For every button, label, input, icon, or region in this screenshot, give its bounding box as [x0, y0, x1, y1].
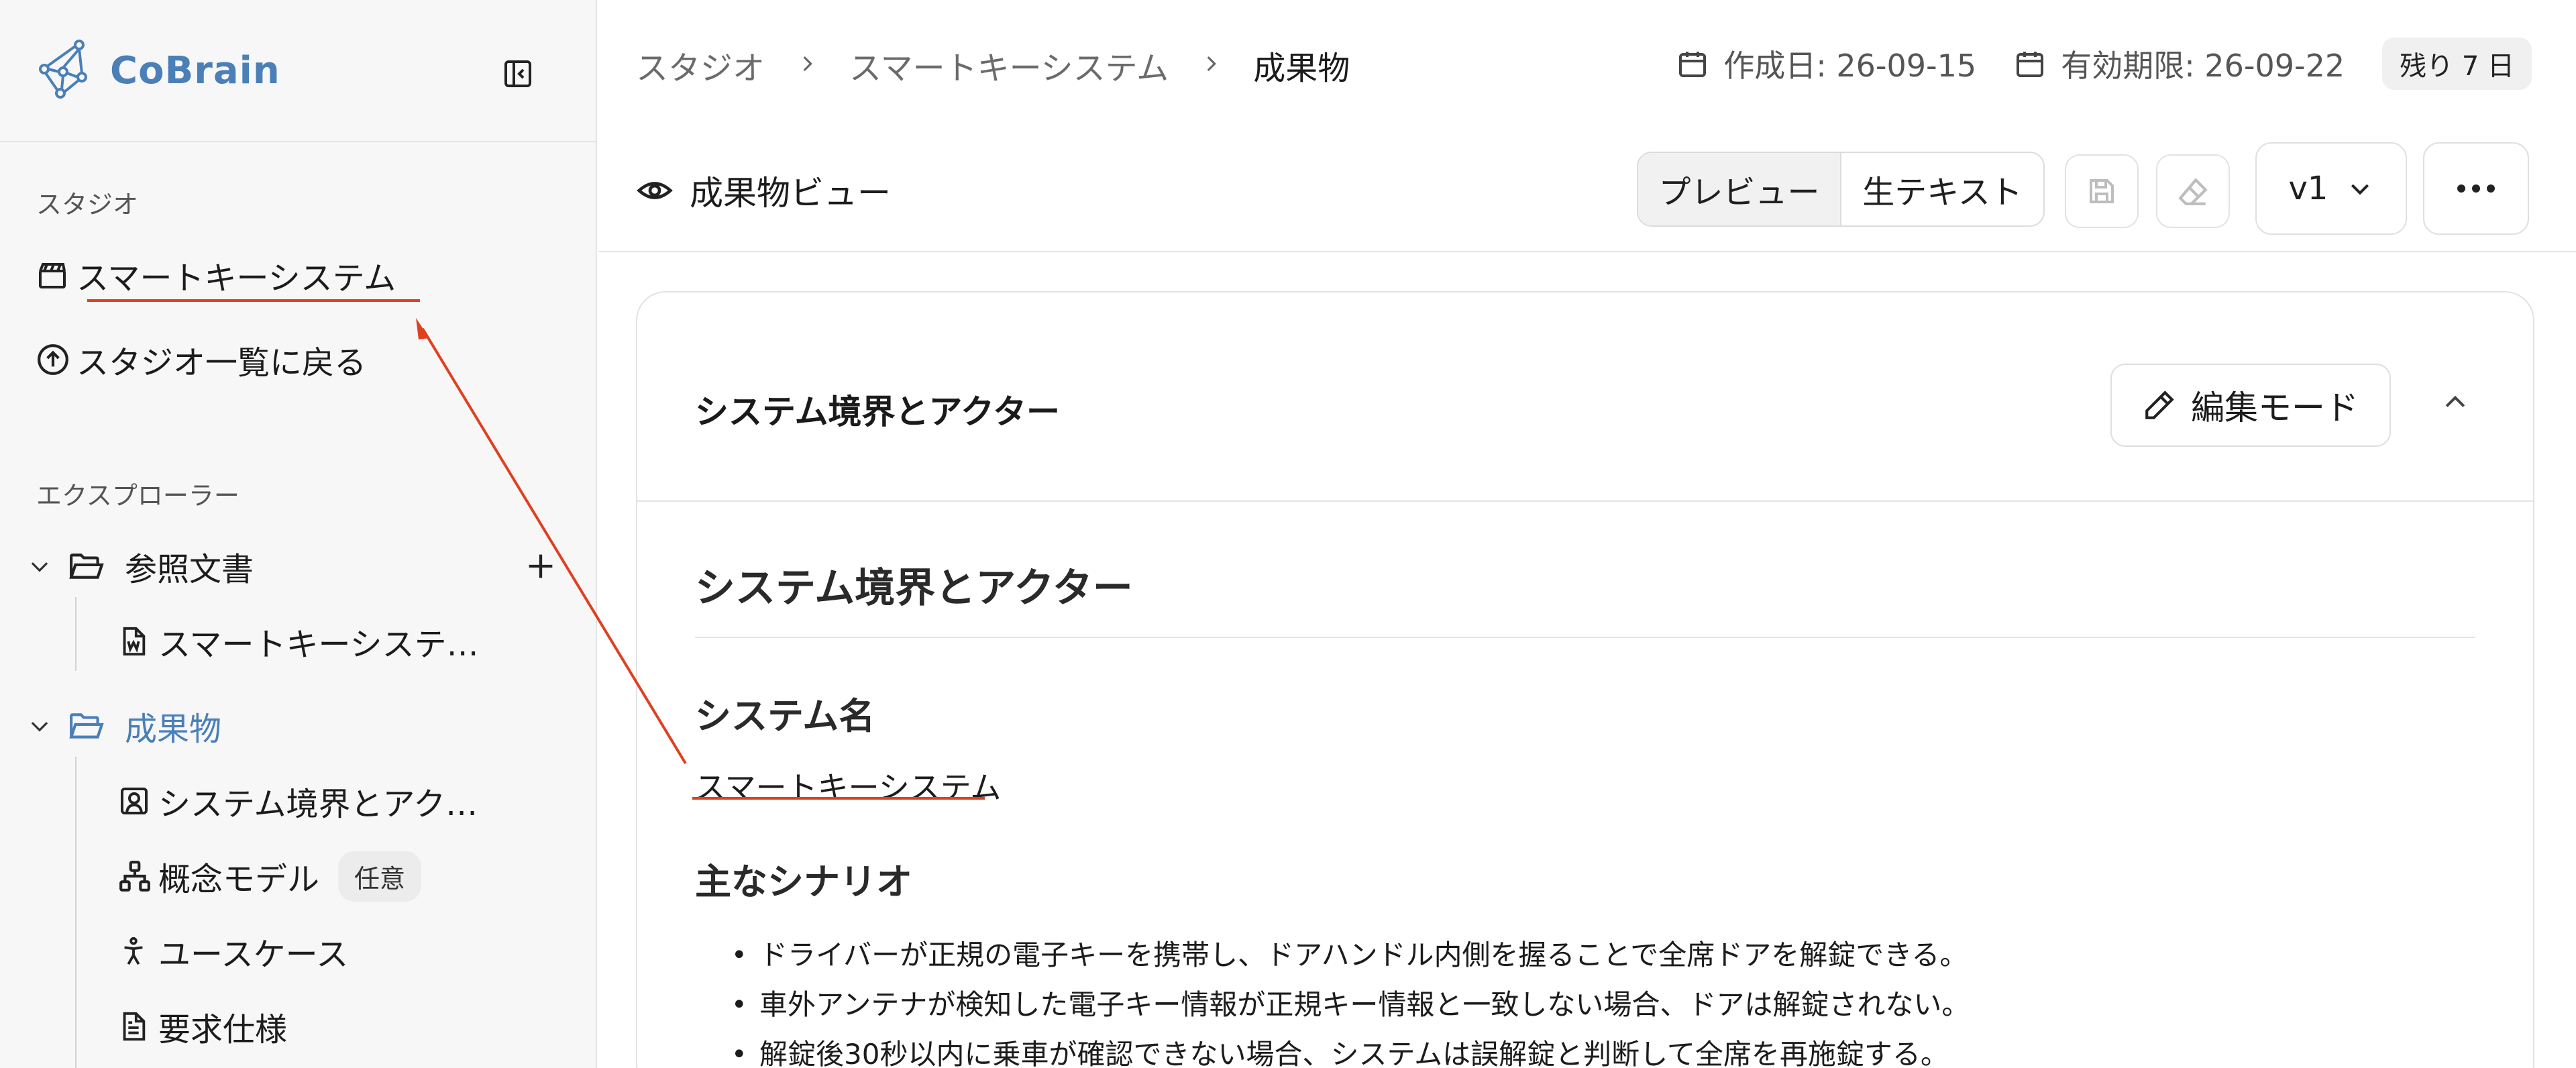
- preview-tab[interactable]: プレビュー: [1638, 153, 1841, 225]
- tree-item-system-boundary[interactable]: システム境界とアク…: [118, 774, 478, 828]
- tree-item-use-case[interactable]: ユースケース: [118, 924, 348, 978]
- sidebar-item-current-studio[interactable]: スマートキーシステム: [36, 248, 396, 302]
- header-meta: 作成日: 26-09-15 有効期限: 26-09-22 残り 7 日: [1639, 38, 2532, 90]
- created-date-text: 作成日: 26-09-15: [1723, 48, 1977, 84]
- brand-header: CoBrain: [0, 0, 596, 142]
- version-value: v1: [2288, 170, 2328, 207]
- tree-file-reference[interactable]: スマートキーシステ…: [118, 615, 479, 668]
- breadcrumb-current: 成果物: [1253, 50, 1350, 87]
- tree-item-label: ユースケース: [158, 936, 349, 973]
- card-title: システム境界とアクター: [695, 392, 1060, 431]
- chevron-down-icon: [2347, 175, 2373, 202]
- main-header: スタジオ スマートキーシステム 成果物 作成日: 26-09-15 有効期限:: [598, 0, 2576, 129]
- back-to-studio-list[interactable]: スタジオ一覧に戻る: [36, 333, 366, 386]
- edit-mode-label: 編集モード: [2191, 388, 2359, 427]
- annotation-underline: [692, 797, 985, 800]
- scenario-heading: 主なシナリオ: [695, 861, 912, 903]
- current-studio-label: スマートキーシステム: [76, 260, 396, 297]
- system-name-value: スマートキーシステム: [695, 769, 1002, 806]
- hierarchy-icon: [118, 859, 158, 893]
- view-mode-toggle: プレビュー 生テキスト: [1637, 152, 2045, 227]
- tree-item-label: 概念モデル: [158, 861, 320, 898]
- remaining-days-badge: 残り 7 日: [2382, 38, 2532, 90]
- more-horizontal-icon: [2456, 182, 2496, 195]
- list-item: ドライバーが正規の電子キーを携帯し、ドアハンドル内側を握ることで全席ドアを解錠で…: [731, 930, 2475, 980]
- expiry-date-text: 有効期限: 26-09-22: [2061, 48, 2345, 84]
- tree-item-requirements[interactable]: 要求仕様: [118, 1000, 287, 1053]
- tree-item-concept-model[interactable]: 概念モデル 任意: [118, 849, 422, 903]
- chevron-down-icon[interactable]: [27, 713, 68, 739]
- clapperboard-icon: [36, 259, 76, 291]
- add-icon[interactable]: [523, 549, 558, 586]
- calendar-icon: [2014, 48, 2061, 80]
- explorer-section-label: エクスプローラー: [36, 481, 239, 511]
- edit-mode-button[interactable]: 編集モード: [2110, 364, 2391, 447]
- app-name: CoBrain: [110, 48, 280, 93]
- breadcrumb-item[interactable]: スマートキーシステム: [849, 42, 1169, 89]
- save-icon: [2086, 175, 2118, 207]
- tree-folder-reference[interactable]: 参照文書: [27, 539, 254, 593]
- card-header: システム境界とアクター 編集モード: [637, 292, 2533, 502]
- list-item: 解錠後30秒以内に乗車が確認できない場合、システムは誤解錠と判断して全席を再施錠…: [731, 1030, 2475, 1068]
- save-button[interactable]: [2065, 154, 2139, 228]
- chevron-right-icon: [1199, 48, 1222, 83]
- collapse-sidebar-icon[interactable]: [500, 56, 535, 91]
- tree-item-label: システム境界とアク…: [158, 786, 478, 823]
- clear-button[interactable]: [2156, 154, 2230, 228]
- view-toolbar: 成果物ビュー プレビュー 生テキスト v1: [598, 129, 2576, 252]
- user-square-icon: [118, 785, 158, 817]
- doc-title: システム境界とアクター: [695, 502, 2475, 638]
- deliverable-card: システム境界とアクター 編集モード システム境界とアクター システム名 スマート…: [636, 291, 2534, 1068]
- annotation-underline: [87, 299, 420, 302]
- chevron-down-icon[interactable]: [27, 553, 68, 579]
- tree-guide-line: [75, 757, 76, 1068]
- created-date: 作成日: 26-09-15: [1676, 42, 1976, 86]
- tree-folder-label: 参照文書: [125, 551, 254, 588]
- person-icon: [118, 934, 158, 968]
- tree-item-label: 要求仕様: [158, 1011, 288, 1049]
- version-select[interactable]: v1: [2255, 142, 2407, 235]
- system-name-heading: システム名: [695, 695, 875, 737]
- word-document-icon: [118, 625, 158, 657]
- tree-folder-deliverables[interactable]: 成果物: [27, 699, 221, 753]
- view-title: 成果物ビュー: [636, 166, 891, 215]
- eraser-icon: [2176, 174, 2210, 208]
- cobrain-logo-icon: [34, 37, 98, 104]
- back-to-list-label: スタジオ一覧に戻る: [76, 344, 367, 382]
- scenario-list: ドライバーが正規の電子キーを携帯し、ドアハンドル内側を握ることで全席ドアを解錠で…: [695, 930, 2475, 1068]
- studio-section-label: スタジオ: [36, 190, 139, 219]
- tree-guide-line: [75, 597, 76, 671]
- breadcrumb: スタジオ スマートキーシステム 成果物: [636, 42, 1350, 89]
- document-icon: [118, 1010, 158, 1043]
- view-title-text: 成果物ビュー: [690, 174, 891, 213]
- document-body: システム境界とアクター システム名 スマートキーシステム 主なシナリオ ドライバ…: [695, 502, 2475, 1068]
- expiry-date: 有効期限: 26-09-22: [2014, 42, 2345, 86]
- more-options-button[interactable]: [2423, 142, 2529, 235]
- optional-badge: 任意: [338, 851, 422, 902]
- folder-open-icon: [68, 550, 125, 582]
- raw-text-tab[interactable]: 生テキスト: [1841, 153, 2043, 225]
- folder-open-icon: [68, 710, 125, 742]
- arrow-up-circle-icon: [36, 343, 76, 376]
- eye-icon: [636, 172, 690, 209]
- chevron-right-icon: [796, 48, 818, 83]
- calendar-icon: [1676, 48, 1723, 80]
- sidebar: CoBrain スタジオ スマートキーシステム スタジオ一覧に戻る エクスプロー…: [0, 0, 597, 1068]
- list-item: 車外アンテナが検知した電子キー情報が正規キー情報と一致しない場合、ドアは解錠され…: [731, 980, 2475, 1030]
- breadcrumb-item[interactable]: スタジオ: [636, 42, 765, 89]
- tree-folder-label: 成果物: [125, 710, 222, 748]
- tree-file-label: スマートキーシステ…: [158, 626, 479, 663]
- collapse-card-icon[interactable]: [2440, 388, 2470, 420]
- pencil-icon: [2143, 388, 2191, 422]
